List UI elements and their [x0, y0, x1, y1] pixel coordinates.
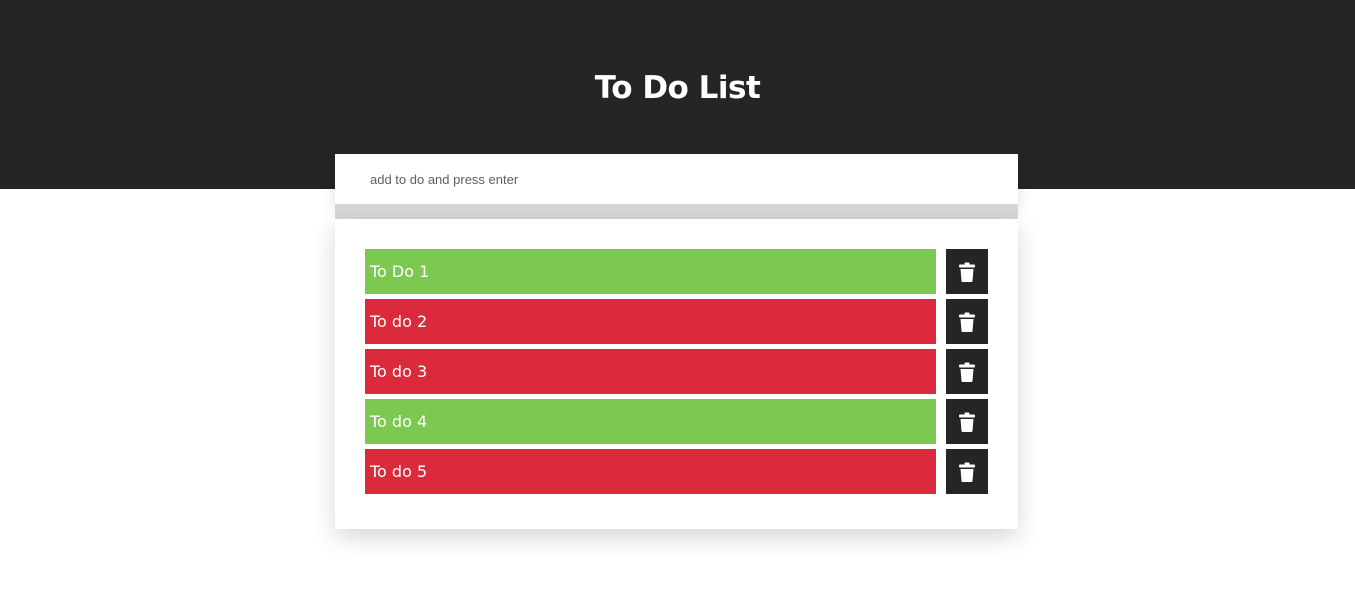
todo-item-label[interactable]: To Do 1 [365, 249, 936, 294]
todo-item-label[interactable]: To do 2 [365, 299, 936, 344]
trash-icon [959, 412, 975, 432]
todo-input[interactable] [335, 154, 1018, 204]
page-title: To Do List [594, 70, 761, 106]
trash-icon [959, 312, 975, 332]
list-item: To do 3 [365, 349, 988, 394]
delete-button[interactable] [946, 249, 988, 294]
list-item: To do 2 [365, 299, 988, 344]
trash-icon [959, 462, 975, 482]
todo-item-label[interactable]: To do 4 [365, 399, 936, 444]
todo-input-container [335, 154, 1018, 204]
list-item: To do 4 [365, 399, 988, 444]
todo-item-label[interactable]: To do 3 [365, 349, 936, 394]
todo-item-label[interactable]: To do 5 [365, 449, 936, 494]
list-item: To Do 1 [365, 249, 988, 294]
trash-icon [959, 262, 975, 282]
todo-list: To Do 1 To do 2 To do 3 To do 4 To do 5 [335, 219, 1018, 529]
delete-button[interactable] [946, 349, 988, 394]
input-shadow-band [335, 204, 1018, 219]
delete-button[interactable] [946, 399, 988, 444]
list-item: To do 5 [365, 449, 988, 494]
trash-icon [959, 362, 975, 382]
delete-button[interactable] [946, 299, 988, 344]
delete-button[interactable] [946, 449, 988, 494]
